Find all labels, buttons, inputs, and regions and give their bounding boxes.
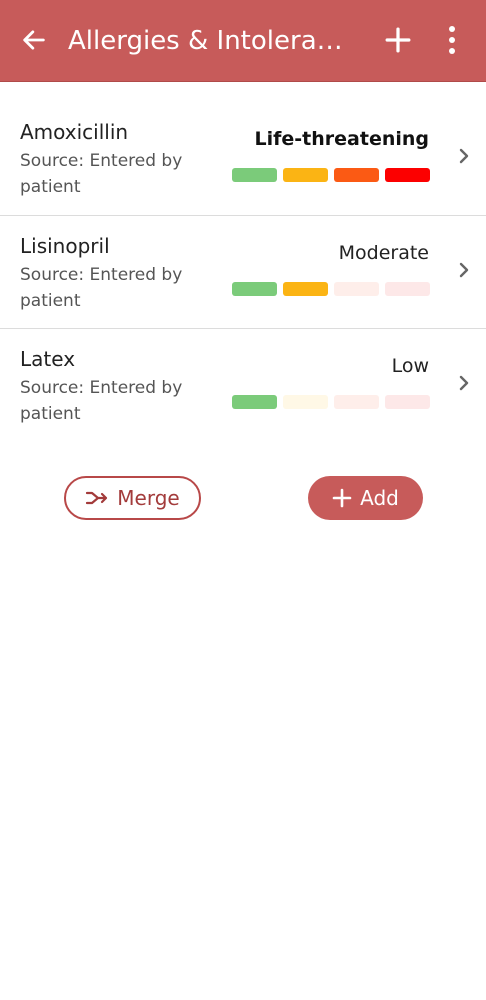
severity-segment xyxy=(334,168,379,182)
back-button[interactable] xyxy=(18,24,50,56)
severity-meter xyxy=(232,282,430,296)
allergy-source: Source: Entered by patient xyxy=(20,265,183,311)
add-label: Add xyxy=(360,486,399,510)
allergy-name: Amoxicillin xyxy=(20,120,129,144)
severity-segment xyxy=(283,395,328,409)
merge-icon xyxy=(86,491,108,505)
allergy-name: Latex xyxy=(20,347,76,371)
severity-label: Moderate xyxy=(338,242,429,264)
severity-segment xyxy=(232,168,277,182)
plus-icon xyxy=(385,27,411,53)
severity-segment xyxy=(334,395,379,409)
severity-meter xyxy=(232,395,430,409)
chevron-right-icon xyxy=(456,373,472,393)
chevron-right-icon xyxy=(456,146,472,166)
add-button[interactable]: Add xyxy=(308,476,423,520)
allergy-name: Lisinopril xyxy=(20,234,110,258)
add-action-button[interactable] xyxy=(382,24,414,56)
severity-label: Life-threatening xyxy=(254,128,429,150)
severity-segment xyxy=(283,282,328,296)
allergy-source: Source: Entered by patient xyxy=(20,151,183,197)
severity-segment xyxy=(334,282,379,296)
allergy-row[interactable]: Lisinopril Source: Entered by patient Mo… xyxy=(0,215,486,328)
allergy-source: Source: Entered by patient xyxy=(20,378,183,424)
severity-segment xyxy=(232,282,277,296)
severity-segment xyxy=(385,168,430,182)
more-vertical-icon xyxy=(449,26,455,54)
severity-segment xyxy=(385,282,430,296)
allergy-row[interactable]: Amoxicillin Source: Entered by patient L… xyxy=(0,102,486,215)
chevron-right-icon xyxy=(456,260,472,280)
plus-icon xyxy=(332,488,352,508)
allergy-list: Amoxicillin Source: Entered by patient L… xyxy=(0,102,486,441)
severity-segment xyxy=(232,395,277,409)
app-bar: Allergies & Intoleran… xyxy=(0,0,486,82)
arrow-left-icon xyxy=(23,30,45,50)
severity-meter xyxy=(232,168,430,182)
merge-button[interactable]: Merge xyxy=(64,476,201,520)
severity-label: Low xyxy=(391,355,429,377)
page-title: Allergies & Intoleran… xyxy=(68,26,354,56)
severity-segment xyxy=(283,168,328,182)
merge-label: Merge xyxy=(117,486,180,510)
allergy-row[interactable]: Latex Source: Entered by patient Low xyxy=(0,328,486,441)
more-options-button[interactable] xyxy=(438,24,466,56)
severity-segment xyxy=(385,395,430,409)
